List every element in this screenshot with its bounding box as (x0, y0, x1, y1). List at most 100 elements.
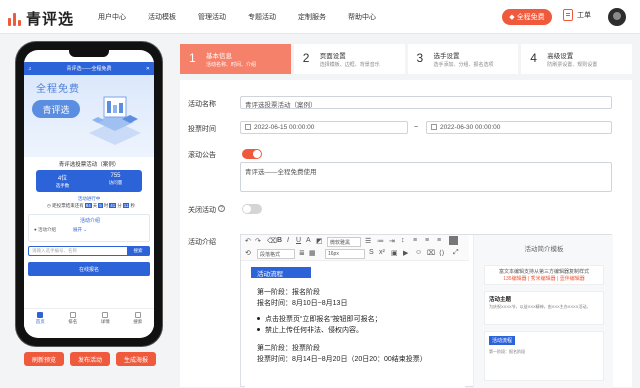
search-button[interactable]: 搜索 (127, 247, 149, 255)
nav-templates[interactable]: 活动模板 (148, 12, 176, 22)
tab-rank[interactable]: 排名 (57, 309, 90, 328)
font-color-icon[interactable]: A (306, 237, 311, 244)
step-desc: 选手添加、分组、报名选项 (433, 62, 494, 68)
redo-icon[interactable]: ↷ (255, 237, 261, 245)
nav-manage[interactable]: 管理活动 (198, 12, 226, 22)
chevron-down-icon: ⌄ (83, 227, 88, 232)
avatar[interactable] (608, 8, 626, 26)
clear-format-icon[interactable]: ⌫ (267, 237, 277, 245)
eraser-icon[interactable]: ⌧ (427, 249, 435, 257)
editor-content[interactable]: 活动流程 第一阶段：报名阶段 报名时间：8月10日~8月13日 点击投票页“立即… (245, 265, 465, 388)
template-card[interactable]: 活动流程 第一阶段：报名阶段 (484, 331, 604, 381)
tab-detail[interactable]: 详情 (89, 309, 122, 328)
template-card-title: 活动主题 (489, 297, 512, 303)
font-size-select[interactable]: 16px (325, 249, 365, 259)
align-right-icon[interactable]: ≡ (437, 237, 441, 244)
superscript-icon[interactable]: x² (379, 249, 385, 256)
italic-icon[interactable]: I (287, 237, 289, 244)
isometric-illustration (89, 96, 141, 145)
ticket-link[interactable]: 工单 (563, 9, 591, 21)
indent-icon[interactable]: ⇥ (389, 237, 395, 245)
logo-text: 青评选 (26, 11, 75, 28)
font-family-select[interactable]: 微软雅黑 (327, 237, 361, 247)
close-label: 关闭活动 (188, 207, 216, 214)
unit-minutes: 分 (117, 203, 122, 208)
intro-expand[interactable]: 展开 ⌄ (73, 227, 87, 233)
nav-custom[interactable]: 定制服务 (298, 12, 326, 22)
highlight-icon[interactable]: ◩ (316, 237, 323, 245)
editor-links[interactable]: 135编辑器 | 秀米编辑器 | 壹伴编辑器 (485, 275, 603, 282)
align-left-icon[interactable]: ≡ (413, 237, 417, 244)
close-icon[interactable]: ✕ (146, 66, 150, 72)
preview-actions: 刷新预览 发布活动 生成海报 (24, 352, 156, 366)
code-icon[interactable]: ⟨⟩ (439, 249, 444, 257)
countdown: ◷ 距投票结束还有 84 天 5 时 41 分 11 秒 (30, 203, 152, 209)
step-title: 页面设置 (319, 53, 346, 60)
calendar-icon (431, 124, 437, 130)
ordered-list-icon[interactable]: ≔ (377, 237, 384, 245)
stat-value: 755 (110, 173, 121, 179)
free-button[interactable]: ◆ 全程免费 (502, 9, 552, 25)
line-height-icon[interactable]: ↕ (401, 237, 405, 244)
template-card-text: 第一阶段：报名阶段 (489, 349, 525, 354)
publish-button[interactable]: 发布活动 (70, 352, 110, 366)
tab-search[interactable]: 搜索 (122, 309, 155, 328)
undo-icon[interactable]: ↶ (245, 237, 251, 245)
step-advanced[interactable]: 4 高级设置 防刷票设置、规则设置 (521, 44, 632, 74)
step-page-settings[interactable]: 2 页面设置 选择模板、边框、背景音乐 (293, 44, 405, 74)
rich-text-editor: ↶ ↷ ⌫ B I U A ◩ 微软雅黑 ☰ ≔ ⇥ ↕ ≡ ≡ ≡ ⟲ 段落格… (240, 234, 613, 388)
step-number: 1 (189, 51, 196, 65)
table-icon[interactable]: ▦ (309, 249, 316, 257)
bold-icon[interactable]: B (277, 237, 282, 244)
strikethrough-icon[interactable]: S (369, 249, 374, 256)
tab-label: 搜索 (133, 319, 143, 324)
emoji-icon[interactable]: ☺ (415, 249, 422, 256)
phone-notch (69, 50, 109, 57)
step-title: 高级设置 (547, 53, 574, 60)
step-basic-info[interactable]: 1 基本信息 活动名称、时间、介绍 (180, 44, 291, 74)
logo[interactable]: 青评选 (8, 8, 74, 29)
signup-button[interactable]: 在线报名 (28, 262, 150, 276)
music-icon[interactable]: ♫ (28, 66, 32, 72)
color-block-icon[interactable] (449, 236, 458, 245)
align-justify-icon[interactable]: ≣ (299, 249, 305, 257)
content-bullet: 点击投票页“立即报名”按钮即可报名； (257, 314, 382, 324)
link-icon[interactable]: ⟲ (245, 249, 251, 257)
bullet-text: 点击投票页“立即报名”按钮即可报名； (265, 316, 382, 323)
top-bar: 青评选 用户中心 活动模板 管理活动 专题活动 定制服务 帮助中心 ◆ 全程免费… (0, 0, 640, 34)
phone-preview: ♫ 青评选——全程免费 ✕ 全程免费 青评选 青评选投票活动（案例） 4位 选手… (16, 42, 162, 346)
nav-help[interactable]: 帮助中心 (348, 12, 376, 22)
refresh-preview-button[interactable]: 刷新预览 (24, 352, 64, 366)
template-card[interactable]: 活动主题 为庆祝XXXX节，以益XXX精神，由XXX主办XXXX活动。 (484, 291, 604, 325)
end-time-input[interactable]: 2022-06-30 00:00:00 (426, 121, 612, 134)
video-icon[interactable]: ▶ (403, 249, 408, 257)
nav-topics[interactable]: 专题活动 (248, 12, 276, 22)
step-title: 基本信息 (206, 53, 232, 60)
search-input[interactable]: 请输入选手编号、名称 (29, 248, 127, 254)
tab-home[interactable]: 首页 (24, 309, 57, 328)
paragraph-select[interactable]: 段落格式 (257, 249, 295, 259)
list-icon[interactable]: ☰ (365, 237, 371, 245)
intro-label: 活动介绍 (188, 239, 216, 246)
notice-textarea[interactable]: 青评选——全程免费使用 (240, 162, 612, 192)
flow-heading: 活动流程 (251, 267, 311, 278)
underline-icon[interactable]: U (296, 237, 301, 244)
step-player-settings[interactable]: 3 选手设置 选手添加、分组、报名选项 (407, 44, 519, 74)
close-toggle[interactable] (242, 204, 262, 214)
image-icon[interactable]: ▣ (391, 249, 398, 257)
fullscreen-icon[interactable]: ⤢ (453, 249, 459, 257)
name-input[interactable]: 青评选投票活动（案例） (240, 96, 612, 109)
content-line: 第一阶段：报名阶段 (257, 289, 320, 296)
poster-button[interactable]: 生成海报 (116, 352, 156, 366)
notice-label: 滚动公告 (188, 152, 216, 159)
nav-user-center[interactable]: 用户中心 (98, 12, 126, 22)
end-time-value: 2022-06-30 00:00:00 (440, 124, 501, 131)
start-time-input[interactable]: 2022-06-15 00:00:00 (240, 121, 408, 134)
stat-label: 选手数 (55, 183, 70, 188)
tab-label: 详情 (100, 319, 110, 324)
ticket-icon (563, 9, 573, 21)
help-icon[interactable]: ? (218, 205, 225, 212)
align-center-icon[interactable]: ≡ (425, 237, 429, 244)
notice-toggle[interactable] (242, 149, 262, 159)
content-line: 第二阶段：投票阶段 (257, 345, 320, 352)
